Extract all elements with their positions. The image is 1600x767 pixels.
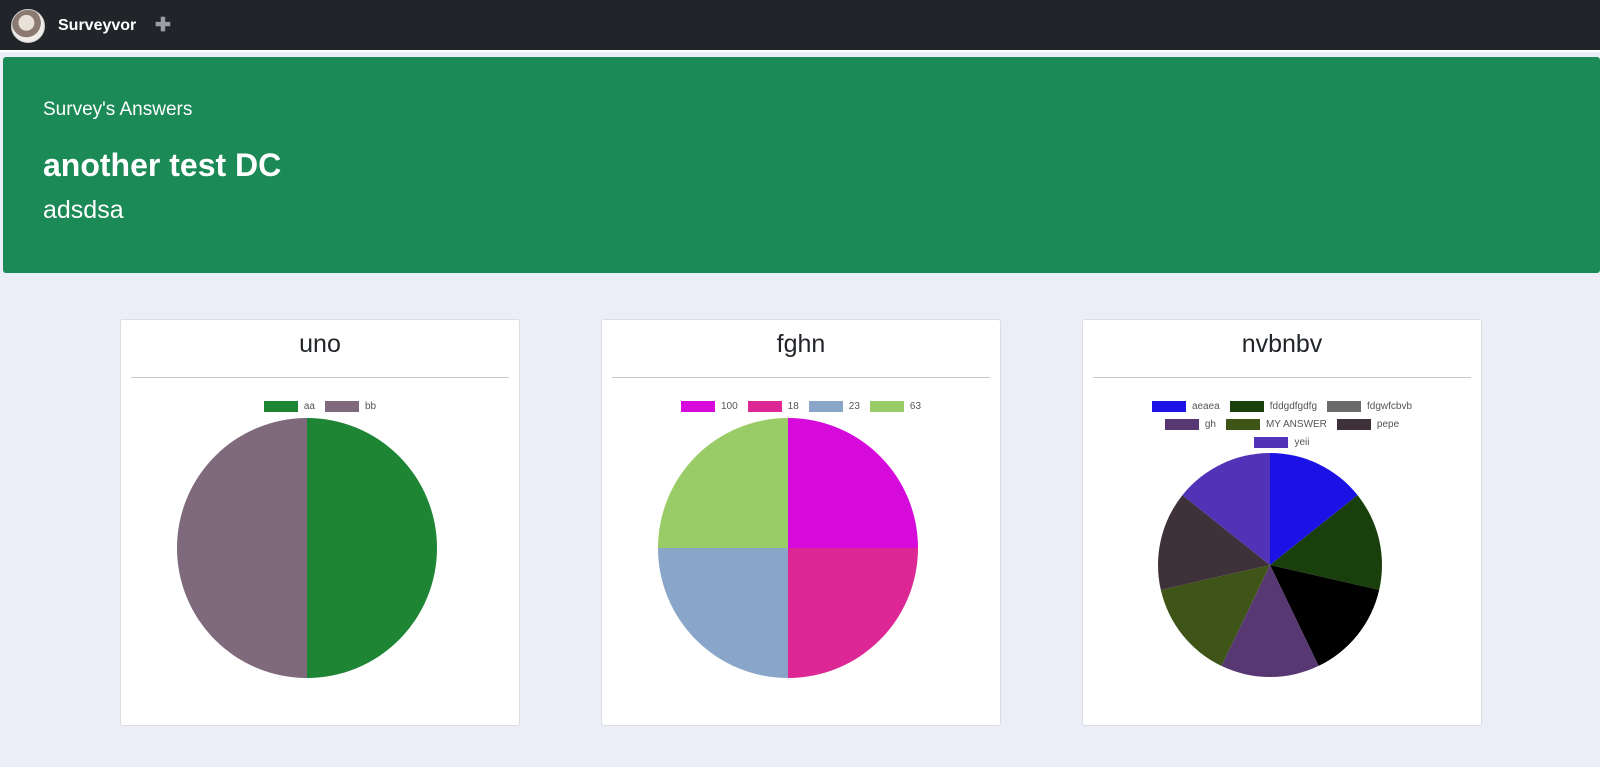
survey-title: another test DC <box>43 147 282 183</box>
pie-slice[interactable] <box>658 418 788 548</box>
brand-name[interactable]: Surveyvor <box>58 17 136 35</box>
pie-chart <box>658 418 918 678</box>
pie-slice[interactable] <box>177 418 307 678</box>
pie-slice[interactable] <box>788 548 918 678</box>
top-navbar: Surveyvor ✚ <box>0 0 1600 52</box>
chart-card-nvbnbv: nvbnbv aeaea fddgdfgdfg fdgwfcbvb gh MY ANSW… <box>1082 319 1482 726</box>
chart-card-fghn: fghn 100 18 23 63 <box>601 319 1001 726</box>
pie-chart <box>1158 453 1382 677</box>
avatar-icon[interactable] <box>11 9 45 43</box>
pie-slice[interactable] <box>307 418 437 678</box>
pie-chart <box>177 418 437 678</box>
chart-card-uno: uno aa bb <box>120 319 520 726</box>
pie-slice[interactable] <box>658 548 788 678</box>
survey-description: adsdsa <box>43 196 124 224</box>
pie-slice[interactable] <box>788 418 918 548</box>
survey-header: Survey's Answers another test DC adsdsa <box>3 57 1600 273</box>
header-subtitle: Survey's Answers <box>43 99 193 120</box>
plus-icon[interactable]: ✚ <box>155 14 171 37</box>
